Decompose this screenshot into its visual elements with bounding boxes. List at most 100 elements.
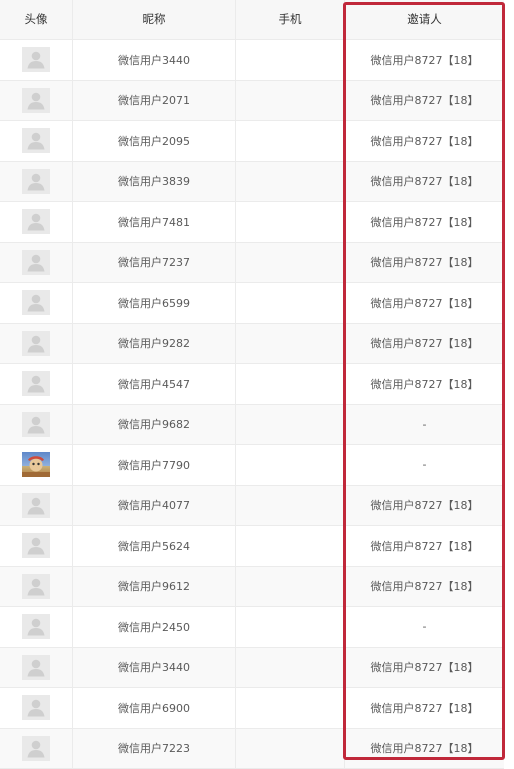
inviter-cell: - [345,405,504,445]
avatar-cell [0,486,73,526]
avatar-cell [0,162,73,202]
phone-cell [236,324,345,364]
phone-cell [236,648,345,688]
table-row[interactable]: 微信用户3839 微信用户8727【18】 [0,162,504,203]
table-row[interactable]: 微信用户3440 微信用户8727【18】 [0,40,504,81]
nickname-cell: 微信用户7223 [73,729,236,769]
avatar-cell [0,40,73,80]
inviter-cell: 微信用户8727【18】 [345,40,504,80]
default-avatar-icon [22,209,50,234]
nickname-cell: 微信用户3440 [73,648,236,688]
avatar-cell [0,526,73,566]
nickname-cell: 微信用户9282 [73,324,236,364]
inviter-cell: 微信用户8727【18】 [345,81,504,121]
phone-cell [236,243,345,283]
inviter-cell: 微信用户8727【18】 [345,688,504,728]
phone-cell [236,121,345,161]
default-avatar-icon [22,47,50,72]
table-row[interactable]: 微信用户7237 微信用户8727【18】 [0,243,504,284]
nickname-cell: 微信用户3839 [73,162,236,202]
nickname-cell: 微信用户9612 [73,567,236,607]
table-row[interactable]: 微信用户7481 微信用户8727【18】 [0,202,504,243]
table-row[interactable]: 微信用户6599 微信用户8727【18】 [0,283,504,324]
avatar-cell [0,729,73,769]
nickname-cell: 微信用户2071 [73,81,236,121]
default-avatar-icon [22,88,50,113]
nickname-cell: 微信用户9682 [73,405,236,445]
column-header-avatar[interactable]: 头像 [0,0,73,39]
inviter-cell: 微信用户8727【18】 [345,324,504,364]
default-avatar-icon [22,412,50,437]
nickname-cell: 微信用户6599 [73,283,236,323]
default-avatar-icon [22,533,50,558]
default-avatar-icon [22,493,50,518]
phone-cell [236,364,345,404]
avatar-cell [0,607,73,647]
nickname-cell: 微信用户5624 [73,526,236,566]
column-header-phone[interactable]: 手机 [236,0,345,39]
default-avatar-icon [22,169,50,194]
table-row[interactable]: 微信用户4077 微信用户8727【18】 [0,486,504,527]
user-photo-avatar [22,452,50,477]
avatar-cell [0,324,73,364]
table-row[interactable]: 微信用户2095微信用户8727【18】 [0,121,504,162]
avatar-cell [0,688,73,728]
nickname-cell: 微信用户4547 [73,364,236,404]
table-row[interactable]: 微信用户4547 微信用户8727【18】 [0,364,504,405]
inviter-cell: 微信用户8727【18】 [345,121,504,161]
column-header-inviter[interactable]: 邀请人 [345,0,504,39]
nickname-cell: 微信用户4077 [73,486,236,526]
phone-cell [236,40,345,80]
nickname-cell: 微信用户2450 [73,607,236,647]
inviter-cell: 微信用户8727【18】 [345,162,504,202]
inviter-cell: 微信用户8727【18】 [345,243,504,283]
nickname-cell: 微信用户3440 [73,40,236,80]
table-row[interactable]: 微信用户9682 - [0,405,504,446]
nickname-cell: 微信用户6900 [73,688,236,728]
table-row[interactable]: 微信用户7790- [0,445,504,486]
inviter-cell: 微信用户8727【18】 [345,283,504,323]
phone-cell [236,202,345,242]
default-avatar-icon [22,290,50,315]
phone-cell [236,81,345,121]
table-row[interactable]: 微信用户5624微信用户8727【18】 [0,526,504,567]
table-row[interactable]: 微信用户2450- [0,607,504,648]
phone-cell [236,729,345,769]
default-avatar-icon [22,331,50,356]
avatar-cell [0,81,73,121]
phone-cell [236,445,345,485]
column-header-nickname[interactable]: 昵称 [73,0,236,39]
nickname-cell: 微信用户7481 [73,202,236,242]
default-avatar-icon [22,128,50,153]
avatar-cell [0,445,73,485]
nickname-cell: 微信用户7790 [73,445,236,485]
avatar-cell [0,283,73,323]
table-row[interactable]: 微信用户9282 微信用户8727【18】 [0,324,504,365]
inviter-cell: 微信用户8727【18】 [345,364,504,404]
inviter-cell: 微信用户8727【18】 [345,729,504,769]
phone-cell [236,162,345,202]
table-row[interactable]: 微信用户3440 微信用户8727【18】 [0,648,504,689]
default-avatar-icon [22,614,50,639]
avatar-cell [0,648,73,688]
phone-cell [236,688,345,728]
phone-cell [236,405,345,445]
default-avatar-icon [22,736,50,761]
inviter-cell: 微信用户8727【18】 [345,486,504,526]
inviter-cell: 微信用户8727【18】 [345,202,504,242]
table-row[interactable]: 微信用户2071 微信用户8727【18】 [0,81,504,122]
table-row[interactable]: 微信用户9612微信用户8727【18】 [0,567,504,608]
inviter-cell: 微信用户8727【18】 [345,648,504,688]
table-header: 头像 昵称 手机 邀请人 [0,0,504,40]
default-avatar-icon [22,655,50,680]
avatar-cell [0,121,73,161]
table-body: 微信用户3440微信用户8727【18】微信用户2071微信用户8727【18】… [0,40,504,769]
default-avatar-icon [22,250,50,275]
table-row[interactable]: 微信用户6900 微信用户8727【18】 [0,688,504,729]
phone-cell [236,526,345,566]
phone-cell [236,567,345,607]
avatar-cell [0,405,73,445]
avatar-cell [0,243,73,283]
default-avatar-icon [22,695,50,720]
nickname-cell: 微信用户7237 [73,243,236,283]
